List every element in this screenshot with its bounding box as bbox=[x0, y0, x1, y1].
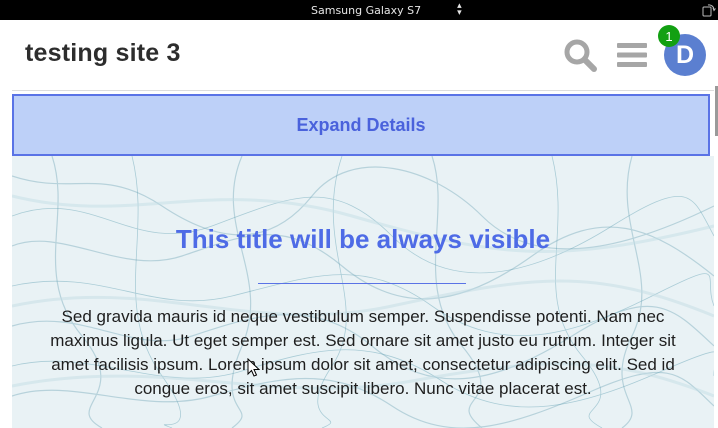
device-selector[interactable]: Samsung Galaxy S7 ▴ ▾ bbox=[311, 1, 462, 18]
hamburger-menu-icon[interactable] bbox=[617, 42, 647, 68]
notification-badge[interactable]: 1 bbox=[658, 25, 680, 47]
app-header: testing site 3 D 1 bbox=[0, 20, 718, 91]
viewport-left-edge bbox=[0, 20, 12, 428]
hero-section: This title will be always visible Sed gr… bbox=[12, 156, 714, 428]
hero-body-text: Sed gravida mauris id neque vestibulum s… bbox=[50, 307, 676, 398]
site-title[interactable]: testing site 3 bbox=[25, 39, 181, 68]
avatar-initial: D bbox=[675, 40, 695, 69]
scrollbar-track[interactable] bbox=[714, 20, 718, 428]
mouse-cursor-icon bbox=[247, 358, 261, 377]
title-divider bbox=[258, 283, 466, 284]
device-toolbar: Samsung Galaxy S7 ▴ ▾ bbox=[0, 0, 718, 20]
expand-details-button[interactable]: Expand Details bbox=[12, 94, 710, 156]
device-viewport: testing site 3 D 1 Expand Details This t… bbox=[0, 20, 718, 428]
hero-title: This title will be always visible bbox=[175, 224, 551, 254]
search-icon[interactable] bbox=[563, 38, 597, 72]
device-select-arrows-icon: ▴ ▾ bbox=[457, 1, 462, 18]
expand-details-label: Expand Details bbox=[296, 114, 426, 135]
device-name: Samsung Galaxy S7 bbox=[311, 3, 422, 17]
notification-count: 1 bbox=[665, 28, 673, 44]
rotate-device-icon[interactable] bbox=[702, 3, 716, 17]
